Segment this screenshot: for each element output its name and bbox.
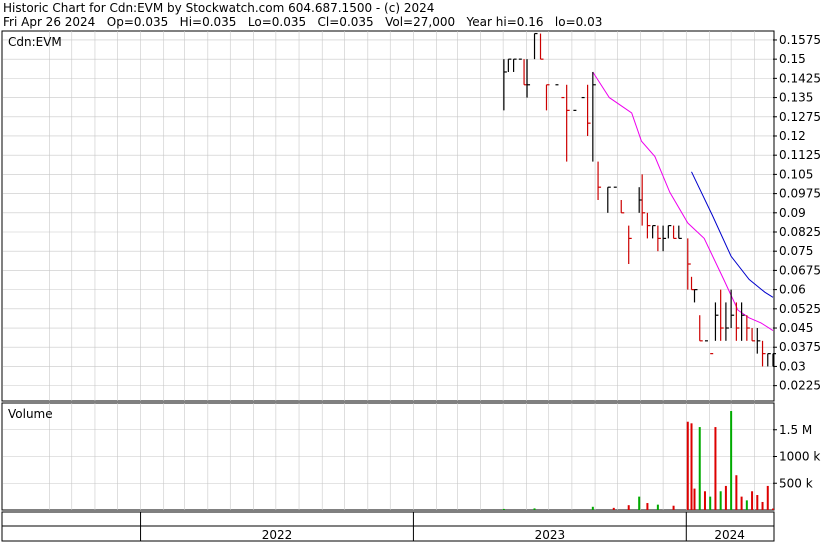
volume-bar <box>591 506 594 510</box>
volume-bar <box>730 411 733 510</box>
volume-bar <box>638 496 641 510</box>
price-tick-label: 0.135 <box>779 91 813 105</box>
volume-bar <box>672 505 675 510</box>
volume-tick-label: 1.5 M <box>779 423 812 437</box>
price-tick-label: 0.1125 <box>779 148 821 162</box>
stock-chart: 0.1575 0.15 0.1425 0.135 0.1275 0.12 0.1125 0.1… <box>1 30 821 542</box>
volume-bar <box>686 421 689 510</box>
volume-bar <box>766 485 769 510</box>
volume-bar <box>756 495 759 510</box>
price-tick-label: 0.09 <box>779 206 806 220</box>
year-tick-label: 2024 <box>714 528 745 542</box>
price-tick-label: 0.075 <box>779 244 813 258</box>
year-tick-label: 2022 <box>262 528 293 542</box>
price-tick-label: 0.045 <box>779 321 813 335</box>
time-axis-band <box>1 511 775 527</box>
price-tick-label: 0.0825 <box>779 225 821 239</box>
price-panel <box>1 30 775 402</box>
volume-bar <box>502 508 505 510</box>
price-tick-label: 0.0975 <box>779 187 821 201</box>
volume-bar <box>693 488 696 510</box>
volume-bar <box>714 427 717 510</box>
price-tick-label: 0.0675 <box>779 263 821 277</box>
volume-bar <box>735 475 738 510</box>
price-tick-label: 0.105 <box>779 167 813 181</box>
volume-tick-label: 500 k <box>779 476 813 490</box>
volume-bar <box>533 508 536 510</box>
volume-label: Volume <box>8 407 53 421</box>
volume-bar <box>690 423 693 510</box>
volume-bar <box>646 503 649 510</box>
price-tick-label: 0.0225 <box>779 379 821 393</box>
volume-axis: 1.5 M 1000 k 500 k <box>773 423 820 490</box>
price-tick-label: 0.03 <box>779 359 806 373</box>
price-tick-label: 0.0525 <box>779 302 821 316</box>
price-tick-label: 0.1425 <box>779 71 821 85</box>
symbol-label: Cdn:EVM <box>8 35 62 49</box>
price-tick-label: 0.15 <box>779 52 806 66</box>
year-tick-label: 2023 <box>535 528 566 542</box>
price-tick-label: 0.12 <box>779 129 806 143</box>
price-tick-label: 0.06 <box>779 283 806 297</box>
volume-bar <box>698 427 701 510</box>
volume-bar <box>612 507 615 510</box>
volume-bar <box>751 491 754 510</box>
volume-bar <box>772 508 774 510</box>
volume-bar <box>745 500 748 510</box>
year-axis-band <box>1 525 775 542</box>
volume-bar <box>719 491 722 510</box>
volume-bar <box>724 485 727 510</box>
volume-bar <box>709 496 712 510</box>
volume-bar <box>703 491 706 510</box>
price-tick-label: 0.1275 <box>779 110 821 124</box>
volume-bar <box>656 504 659 510</box>
volume-bar <box>740 496 743 510</box>
price-tick-label: 0.1575 <box>779 33 821 47</box>
volume-tick-label: 1000 k <box>779 450 820 464</box>
price-tick-label: 0.0375 <box>779 340 821 354</box>
price-axis: 0.1575 0.15 0.1425 0.135 0.1275 0.12 0.1125 0.1… <box>773 33 821 393</box>
volume-bar <box>761 501 764 510</box>
volume-bar <box>627 505 630 510</box>
